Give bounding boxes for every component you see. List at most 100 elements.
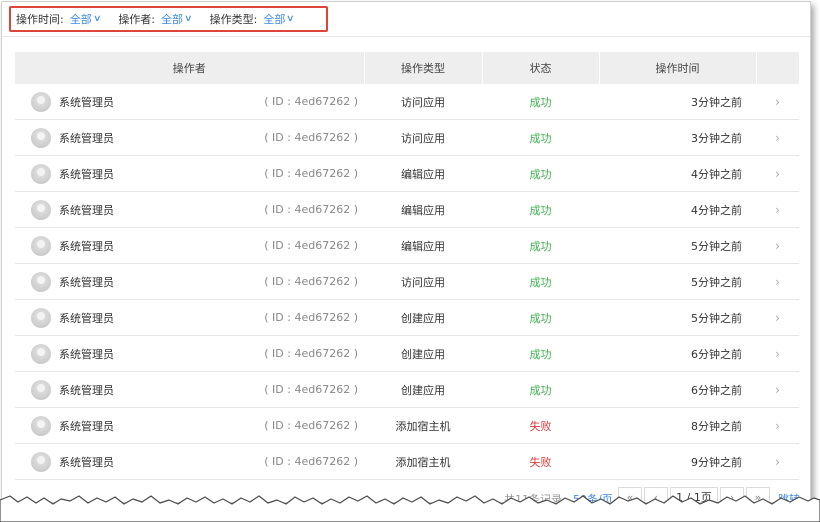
operator-wrap: 系统管理员 ( ID : 4ed67262 ) bbox=[31, 127, 364, 148]
chevron-right-icon[interactable]: › bbox=[756, 155, 799, 192]
column-header-operator: 操作者 bbox=[15, 52, 365, 84]
table-body: 系统管理员( ID : 4ed67262 ) 访问应用 成功 3分钟之前 › 系统管理员(… bbox=[15, 84, 799, 480]
status-text: 成功 bbox=[482, 299, 599, 336]
operator-id: ( ID : 4ed67262 ) bbox=[264, 95, 358, 108]
filter-bar: 操作时间: 全部 ∨ 操作者: 全部 ∨ 操作类型: 全部 ∨ bbox=[9, 6, 328, 32]
operator-name: 系统管理员 bbox=[59, 203, 114, 217]
avatar-icon bbox=[31, 415, 51, 436]
operation-log-table: 操作者 操作类型 状态 操作时间 系统管理员 ( ID : 4ed67262 ) 访… bbox=[15, 52, 799, 480]
chevron-right-icon[interactable]: › bbox=[756, 84, 799, 120]
table-row[interactable]: 系统管理员 ( ID : 4ed67262 ) 编辑应用 成功 4分钟之前 › bbox=[15, 191, 799, 228]
operation-type: 编辑应用 bbox=[364, 191, 482, 228]
status-text: 成功 bbox=[482, 335, 599, 372]
table-row[interactable]: 系统管理员 ( ID : 4ed67262 ) 创建应用 成功 6分钟之前 › bbox=[15, 371, 799, 408]
filter-operation-type[interactable]: 操作类型: 全部 ∨ bbox=[209, 11, 295, 27]
chevron-right-icon[interactable]: › bbox=[756, 119, 799, 156]
filter-value[interactable]: 全部 bbox=[263, 11, 285, 27]
operator-cell: 系统管理员 ( ID : 4ed67262 ) bbox=[15, 263, 364, 300]
avatar-icon bbox=[31, 91, 51, 112]
operation-type: 访问应用 bbox=[364, 263, 482, 300]
operator-wrap: 系统管理员 ( ID : 4ed67262 ) bbox=[31, 235, 364, 256]
table-row[interactable]: 系统管理员 ( ID : 4ed67262 ) 添加宿主机 失败 8分钟之前 › bbox=[15, 407, 799, 444]
operator-cell: 系统管理员 ( ID : 4ed67262 ) bbox=[15, 119, 364, 156]
operator-name: 系统管理员 bbox=[59, 419, 114, 433]
chevron-right-icon[interactable]: › bbox=[756, 299, 799, 336]
operator-name: 系统管理员 bbox=[59, 347, 114, 361]
operation-time: 6分钟之前 bbox=[599, 335, 756, 372]
operator-cell: 系统管理员 ( ID : 4ed67262 ) bbox=[15, 299, 364, 336]
operator-wrap: 系统管理员 ( ID : 4ed67262 ) bbox=[31, 199, 364, 220]
torn-edge-decoration bbox=[0, 495, 820, 522]
avatar-icon bbox=[31, 379, 51, 400]
table-row[interactable]: 系统管理员 ( ID : 4ed67262 ) 创建应用 成功 5分钟之前 › bbox=[15, 299, 799, 336]
avatar-icon bbox=[31, 271, 51, 292]
table-row[interactable]: 系统管理员 ( ID : 4ed67262 ) 访问应用 成功 3分钟之前 › bbox=[15, 84, 799, 120]
filter-value[interactable]: 全部 bbox=[161, 11, 183, 27]
operator-name: 系统管理员 bbox=[59, 275, 114, 289]
operator-name: 系统管理员 bbox=[59, 311, 114, 325]
table-row[interactable]: 系统管理员 ( ID : 4ed67262 ) 添加宿主机 失败 9分钟之前 › bbox=[15, 443, 799, 480]
table-row[interactable]: 系统管理员 ( ID : 4ed67262 ) 访问应用 成功 3分钟之前 › bbox=[15, 119, 799, 156]
operation-type: 添加宿主机 bbox=[364, 443, 482, 480]
operator-name: 系统管理员 bbox=[59, 131, 114, 145]
chevron-down-icon[interactable]: ∨ bbox=[184, 14, 193, 24]
operator-cell: 系统管理员 ( ID : 4ed67262 ) bbox=[15, 407, 364, 444]
operation-type: 访问应用 bbox=[364, 119, 482, 156]
operator-wrap: 系统管理员 ( ID : 4ed67262 ) bbox=[31, 91, 364, 112]
divider bbox=[2, 36, 810, 37]
table-row[interactable]: 系统管理员 ( ID : 4ed67262 ) 访问应用 成功 5分钟之前 › bbox=[15, 263, 799, 300]
operator-id: ( ID : 4ed67262 ) bbox=[264, 455, 358, 468]
operation-time: 5分钟之前 bbox=[599, 227, 756, 264]
operator-cell: 系统管理员 ( ID : 4ed67262 ) bbox=[15, 84, 364, 120]
operator-wrap: 系统管理员 ( ID : 4ed67262 ) bbox=[31, 163, 364, 184]
operator-id: ( ID : 4ed67262 ) bbox=[264, 347, 358, 360]
operation-type: 添加宿主机 bbox=[364, 407, 482, 444]
chevron-down-icon[interactable]: ∨ bbox=[286, 14, 295, 24]
avatar-icon bbox=[31, 307, 51, 328]
operator-name: 系统管理员 bbox=[59, 239, 114, 253]
operation-log-panel: 操作时间: 全部 ∨ 操作者: 全部 ∨ 操作类型: 全部 ∨ 操作者 操作类型… bbox=[1, 1, 811, 503]
operator-id: ( ID : 4ed67262 ) bbox=[264, 203, 358, 216]
operator-wrap: 系统管理员 ( ID : 4ed67262 ) bbox=[31, 307, 364, 328]
operation-time: 5分钟之前 bbox=[599, 299, 756, 336]
operator-name: 系统管理员 bbox=[59, 455, 114, 469]
column-header-status: 状态 bbox=[482, 52, 600, 84]
operator-name: 系统管理员 bbox=[59, 383, 114, 397]
status-text: 成功 bbox=[482, 119, 599, 156]
avatar-icon bbox=[31, 163, 51, 184]
table-header: 操作者 操作类型 状态 操作时间 bbox=[15, 52, 799, 84]
chevron-down-icon[interactable]: ∨ bbox=[93, 14, 102, 24]
operator-wrap: 系统管理员 ( ID : 4ed67262 ) bbox=[31, 343, 364, 364]
filter-value[interactable]: 全部 bbox=[70, 11, 92, 27]
chevron-right-icon[interactable]: › bbox=[756, 443, 799, 480]
chevron-right-icon[interactable]: › bbox=[756, 191, 799, 228]
filter-label: 操作者: bbox=[118, 13, 156, 26]
filter-operator[interactable]: 操作者: 全部 ∨ bbox=[118, 11, 193, 27]
column-header-type: 操作类型 bbox=[364, 52, 483, 84]
status-text: 成功 bbox=[482, 155, 599, 192]
chevron-right-icon[interactable]: › bbox=[756, 371, 799, 408]
chevron-right-icon[interactable]: › bbox=[756, 227, 799, 264]
status-text: 成功 bbox=[482, 371, 599, 408]
chevron-right-icon[interactable]: › bbox=[756, 407, 799, 444]
operator-wrap: 系统管理员 ( ID : 4ed67262 ) bbox=[31, 271, 364, 292]
status-text: 成功 bbox=[482, 227, 599, 264]
operator-wrap: 系统管理员 ( ID : 4ed67262 ) bbox=[31, 415, 364, 436]
column-header-action bbox=[756, 52, 799, 84]
avatar-icon bbox=[31, 343, 51, 364]
filter-operation-time[interactable]: 操作时间: 全部 ∨ bbox=[16, 11, 102, 27]
filter-label: 操作类型: bbox=[209, 13, 258, 26]
operator-id: ( ID : 4ed67262 ) bbox=[264, 131, 358, 144]
chevron-right-icon[interactable]: › bbox=[756, 263, 799, 300]
operator-id: ( ID : 4ed67262 ) bbox=[264, 419, 358, 432]
operation-type: 编辑应用 bbox=[364, 227, 482, 264]
operator-name: 系统管理员 bbox=[59, 95, 114, 109]
table-row[interactable]: 系统管理员 ( ID : 4ed67262 ) 编辑应用 成功 4分钟之前 › bbox=[15, 155, 799, 192]
operator-id: ( ID : 4ed67262 ) bbox=[264, 167, 358, 180]
operator-cell: 系统管理员 ( ID : 4ed67262 ) bbox=[15, 227, 364, 264]
status-text: 失败 bbox=[482, 443, 599, 480]
table-row[interactable]: 系统管理员 ( ID : 4ed67262 ) 创建应用 成功 6分钟之前 › bbox=[15, 335, 799, 372]
chevron-right-icon[interactable]: › bbox=[756, 335, 799, 372]
avatar-icon bbox=[31, 235, 51, 256]
table-row[interactable]: 系统管理员 ( ID : 4ed67262 ) 编辑应用 成功 5分钟之前 › bbox=[15, 227, 799, 264]
